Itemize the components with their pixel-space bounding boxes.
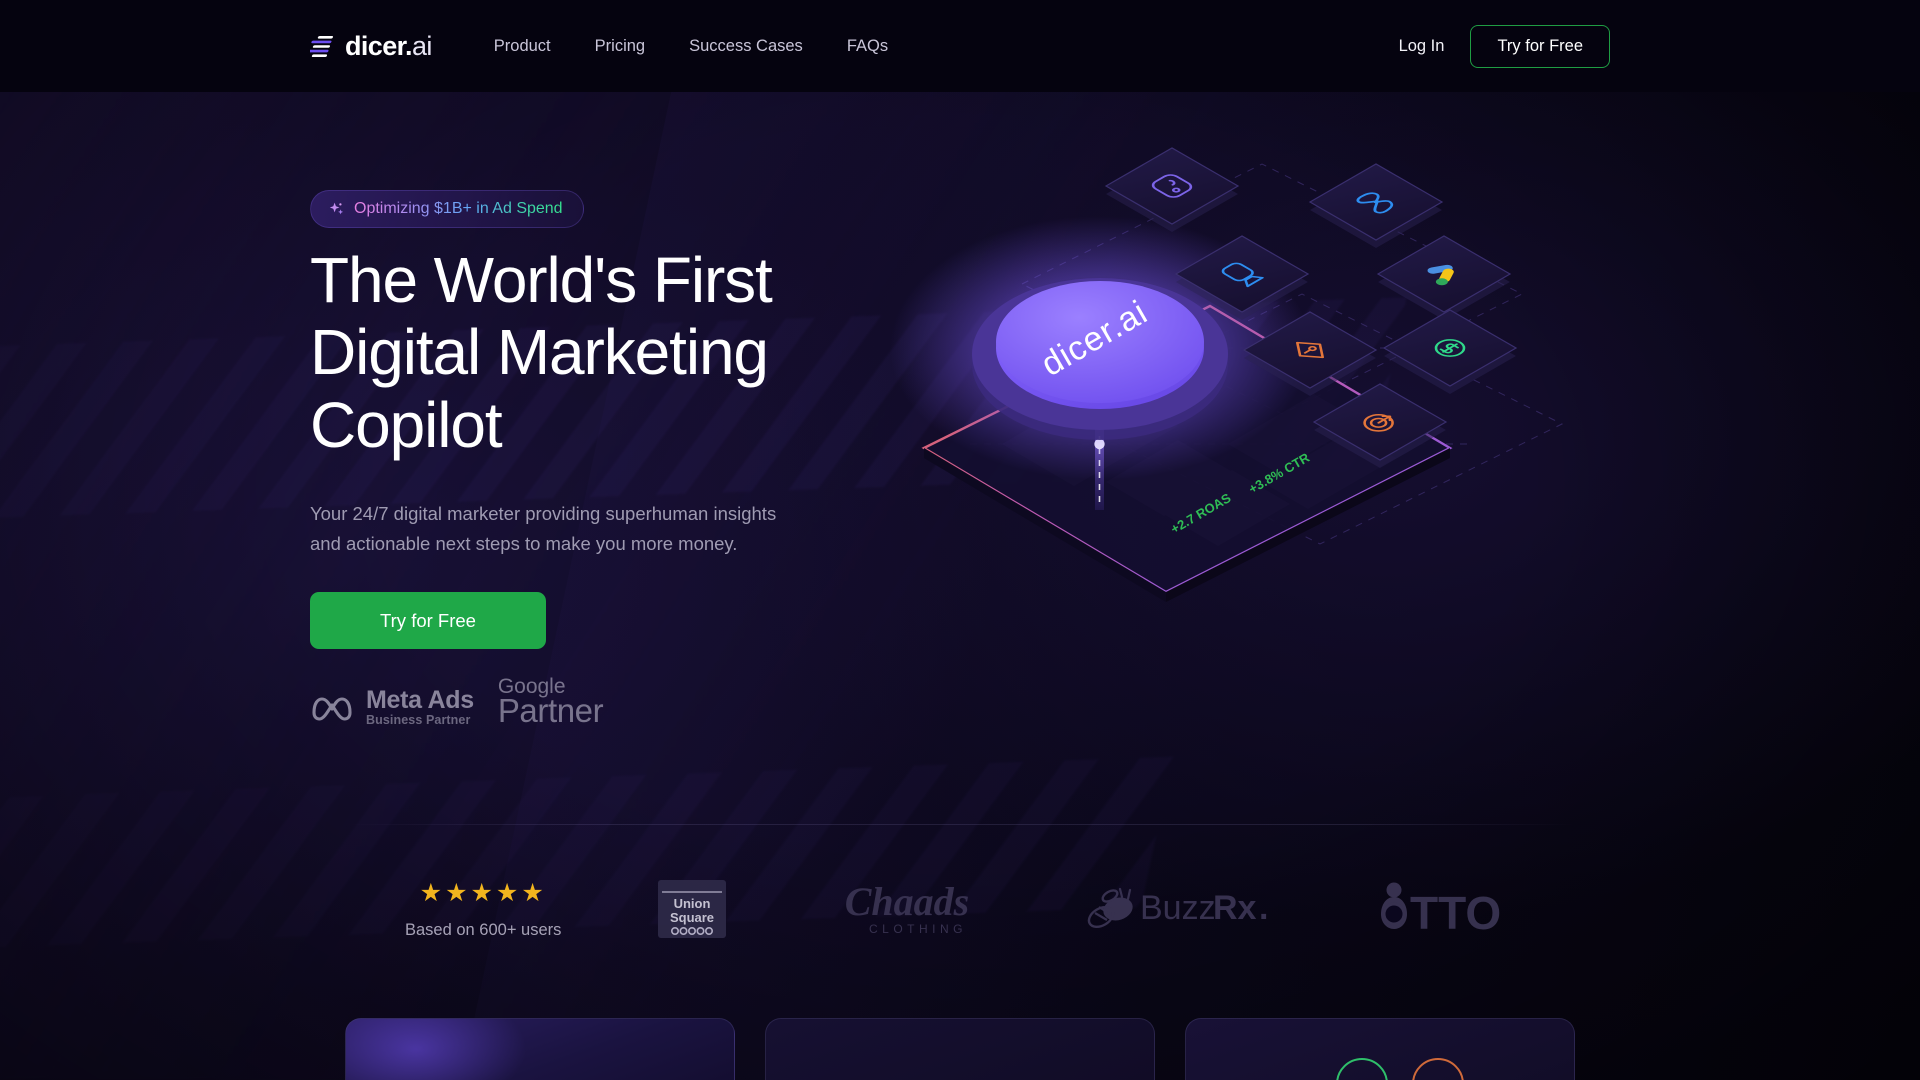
buzzrx-bold: Rx xyxy=(1213,889,1257,927)
nav-item-pricing[interactable]: Pricing xyxy=(573,27,667,66)
partner-label: Partner xyxy=(497,692,604,729)
integration-tile-revenue xyxy=(1382,309,1518,394)
page-title: The World's First Digital Marketing Copi… xyxy=(310,244,773,461)
section-divider xyxy=(345,824,1575,825)
buzzrx-dot: . xyxy=(1259,889,1268,927)
client-logo-chaads: Chaads CLOTHING xyxy=(822,879,992,941)
sparkle-icon xyxy=(329,202,344,214)
brand-name: dicer xyxy=(345,30,406,61)
google-partner-badge: Google Partner xyxy=(497,676,604,729)
nav-item-faqs[interactable]: FAQs xyxy=(825,27,910,66)
brand-dot: . xyxy=(405,30,412,61)
client-logo-otto: TTO xyxy=(1370,881,1515,939)
meta-infinity-icon xyxy=(312,697,352,721)
brand-wordmark: dicer.ai xyxy=(345,31,432,62)
stacked-lines-logo-icon xyxy=(310,36,333,57)
union-square-line-1: Union xyxy=(673,896,710,911)
chaads-sub: CLOTHING xyxy=(869,922,967,936)
landing-page: dicer.ai Product Pricing Success Cases F… xyxy=(0,0,1920,1080)
ring-indicator-orange xyxy=(1412,1058,1464,1080)
site-header: dicer.ai Product Pricing Success Cases F… xyxy=(0,0,1920,92)
otto-mark-icon xyxy=(1380,882,1407,929)
union-square-line-2: Square xyxy=(670,910,714,925)
header-actions: Log In Try for Free xyxy=(1399,24,1610,68)
nav-item-product[interactable]: Product xyxy=(494,27,573,66)
integration-tile-meta xyxy=(1308,163,1444,248)
badge-label: Optimizing $1B+ in Ad Spend xyxy=(354,200,563,217)
bee-icon xyxy=(1087,887,1133,929)
card-glow xyxy=(346,1019,526,1080)
rating-count-label: Based on 600+ users xyxy=(405,920,562,939)
optimizing-badge: Optimizing $1B+ in Ad Spend xyxy=(310,190,584,228)
feature-card-3[interactable] xyxy=(1185,1018,1575,1080)
nav-item-success-cases[interactable]: Success Cases xyxy=(667,27,825,66)
hero-try-for-free-button[interactable]: Try for Free xyxy=(310,592,546,649)
brand-logo[interactable]: dicer.ai xyxy=(310,31,432,62)
star-rating-icon: ★★★★★ xyxy=(419,878,547,907)
feature-cards-row xyxy=(345,1000,1575,1080)
meta-ads-label: Meta Ads xyxy=(366,685,474,714)
meta-ads-sublabel: Business Partner xyxy=(366,713,471,727)
login-link[interactable]: Log In xyxy=(1399,37,1445,56)
partner-badges: Meta Ads Business Partner Google Partner xyxy=(310,676,604,729)
hero-section: Optimizing $1B+ in Ad Spend The World's … xyxy=(0,92,1920,852)
hero-illustration: Recommendations +2.7 ROAS +3.8% CTR xyxy=(890,147,1670,712)
feature-card-2[interactable] xyxy=(765,1018,1155,1080)
integration-tile-google-ads xyxy=(1376,235,1512,320)
header-try-for-free-button[interactable]: Try for Free xyxy=(1470,24,1610,68)
social-proof-section: ★★★★★ Based on 600+ users Union Square C… xyxy=(405,845,1515,975)
rating-block: ★★★★★ Based on 600+ users xyxy=(405,878,562,940)
feature-card-1[interactable] xyxy=(345,1018,735,1080)
chaads-script: Chaads xyxy=(844,879,969,924)
client-logo-union-square: Union Square xyxy=(656,878,728,942)
client-logo-buzzrx: Buzz Rx . xyxy=(1086,881,1276,939)
hero-subheading: Your 24/7 digital marketer providing sup… xyxy=(310,503,777,554)
brand-suffix: ai xyxy=(411,30,432,61)
ring-indicator-green xyxy=(1336,1058,1388,1080)
otto-text: TTO xyxy=(1410,887,1501,939)
main-nav: Product Pricing Success Cases FAQs xyxy=(494,27,910,66)
meta-ads-partner-badge: Meta Ads Business Partner xyxy=(310,685,474,727)
buzzrx-light: Buzz xyxy=(1140,889,1216,927)
